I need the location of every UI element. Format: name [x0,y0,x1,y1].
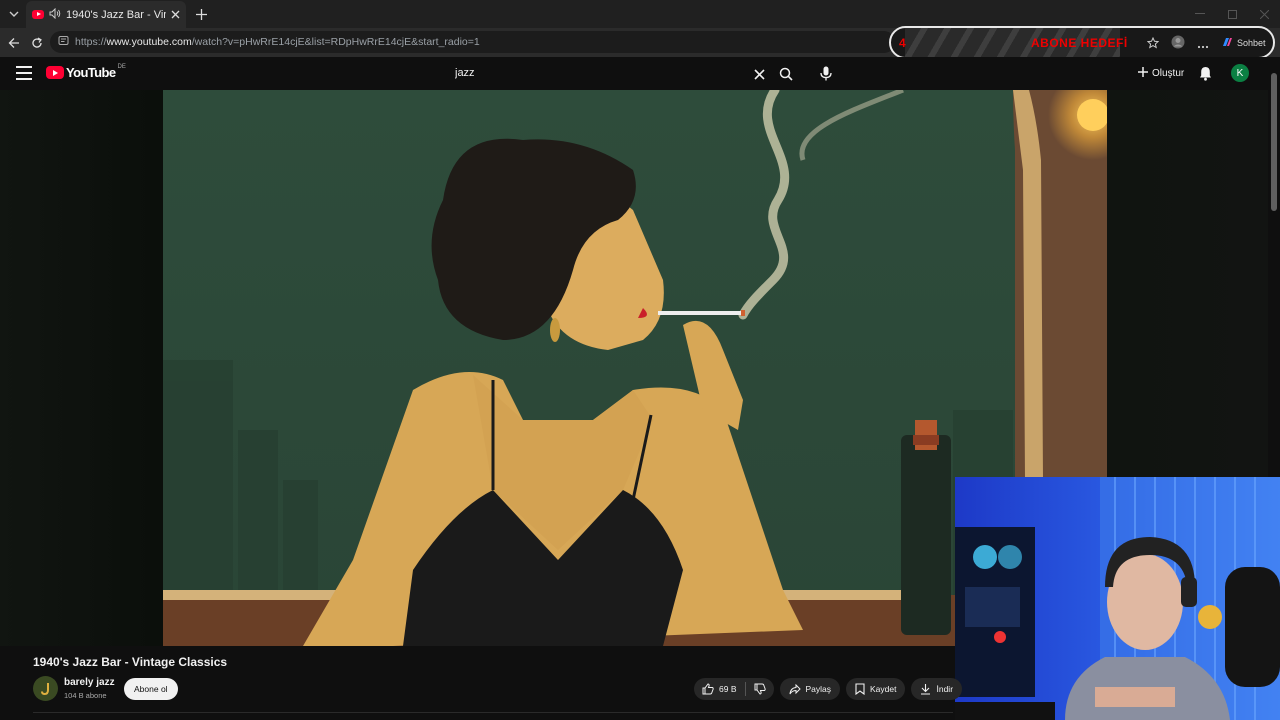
video-actions: 69 B Paylaş Kaydet İndir [694,678,963,700]
saxophone-icon [40,682,49,695]
search-box [444,59,804,87]
plus-icon [1138,66,1148,80]
create-label: Oluştur [1152,67,1185,79]
like-button[interactable]: 69 B [694,678,745,700]
url-text: https://www.youtube.com/watch?v=pHwRrE14… [75,36,480,48]
maximize-icon[interactable] [1216,0,1248,28]
notifications-bell-icon[interactable] [1196,63,1214,83]
more-options-icon[interactable] [1197,36,1209,54]
subscribe-button[interactable]: Abone ol [124,678,178,700]
dislike-button[interactable] [746,678,774,700]
webcam-overlay [955,477,1280,720]
search-icon[interactable] [775,64,797,84]
channel-avatar[interactable] [33,676,58,701]
address-bar[interactable]: https://www.youtube.com/watch?v=pHwRrE14… [50,31,895,53]
overlay-goal-label: ABONE HEDEFİ [1031,36,1128,50]
chat-label: Sohbet [1237,38,1266,48]
tab-list-chevron-icon[interactable] [4,4,24,24]
tab-youtube[interactable]: 1940's Jazz Bar - Vintage Classics [26,1,186,28]
download-button[interactable]: İndir [911,678,963,700]
like-dislike-group: 69 B [694,678,774,700]
bookmark-icon [855,683,865,695]
subscriber-goal-overlay: 4 ABONE HEDEFİ Sohbet [889,26,1275,59]
overlay-goal-count: 4 [899,36,906,50]
youtube-play-icon [46,66,64,79]
minimize-icon[interactable] [1184,0,1216,28]
profile-icon[interactable] [1171,35,1185,54]
reload-icon[interactable] [27,33,47,53]
thumbs-down-icon [754,683,766,695]
webcam-feed-image [955,477,1280,720]
thumbs-up-icon [702,683,714,695]
scrollbar-thumb[interactable] [1271,73,1277,211]
share-label: Paylaş [805,684,832,694]
share-arrow-icon [789,683,801,694]
window-controls [1184,0,1280,28]
favorite-star-icon[interactable] [1146,36,1160,54]
copilot-chat-button[interactable]: Sohbet [1221,36,1266,50]
logo-text: YouTube [66,65,116,80]
tab-title: 1940's Jazz Bar - Vintage Classics [66,8,166,21]
clear-search-icon[interactable] [751,66,767,82]
account-avatar[interactable]: K [1231,64,1249,82]
browser-tab-bar: 1940's Jazz Bar - Vintage Classics [0,0,1280,28]
new-tab-plus-icon[interactable] [192,5,210,23]
save-label: Kaydet [870,684,897,694]
copilot-icon [1221,36,1233,50]
video-title: 1940's Jazz Bar - Vintage Classics [33,655,228,669]
youtube-favicon-icon [32,10,44,19]
close-tab-icon[interactable] [171,6,180,24]
browser-toolbar-icons [1146,35,1209,54]
youtube-logo[interactable]: YouTube DE [46,63,126,80]
close-window-icon[interactable] [1248,0,1280,28]
site-info-icon[interactable] [58,33,69,51]
guide-menu-icon[interactable] [16,66,32,80]
like-count: 69 B [719,684,737,694]
section-divider [33,712,953,713]
logo-country-code: DE [117,63,126,70]
download-icon [921,684,931,695]
save-button[interactable]: Kaydet [846,678,906,700]
back-arrow-icon[interactable] [4,33,24,53]
share-button[interactable]: Paylaş [779,678,841,700]
channel-name[interactable]: barely jazz [64,677,115,688]
speaker-icon[interactable] [49,6,61,24]
youtube-masthead: YouTube DE Oluştur K [0,57,1268,90]
voice-search-mic-icon[interactable] [815,62,837,84]
create-button[interactable]: Oluştur [1130,62,1192,84]
subscriber-count: 104 B abone [64,691,107,700]
search-input[interactable] [445,67,735,79]
download-label: İndir [936,684,954,694]
